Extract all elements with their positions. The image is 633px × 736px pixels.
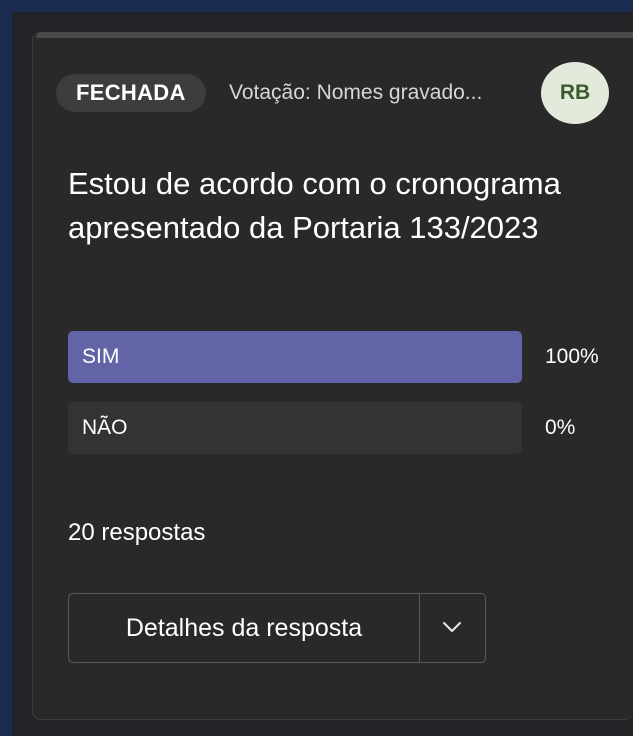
poll-option-percent: 0% (545, 416, 576, 439)
card-top-border (36, 32, 633, 38)
responses-count: 20 respostas (68, 519, 206, 546)
poll-option-label: NÃO (82, 416, 128, 439)
poll-option-sim: SIM (68, 331, 522, 383)
status-badge: FECHADA (56, 74, 206, 112)
response-details-control: Detalhes da resposta (68, 593, 486, 663)
poll-option-label: SIM (82, 345, 120, 368)
poll-question: Estou de acordo com o cronograma apresen… (68, 166, 561, 245)
poll-option-bar (68, 331, 522, 383)
poll-option-nao: NÃO (68, 402, 522, 454)
poll-subtitle: Votação: Nomes gravado... (229, 81, 483, 104)
poll-option-percent: 100% (545, 345, 599, 368)
details-dropdown-button[interactable] (420, 594, 485, 662)
chevron-down-icon (443, 622, 461, 632)
response-details-button[interactable]: Detalhes da resposta (69, 594, 419, 662)
avatar[interactable]: RB (541, 62, 609, 124)
